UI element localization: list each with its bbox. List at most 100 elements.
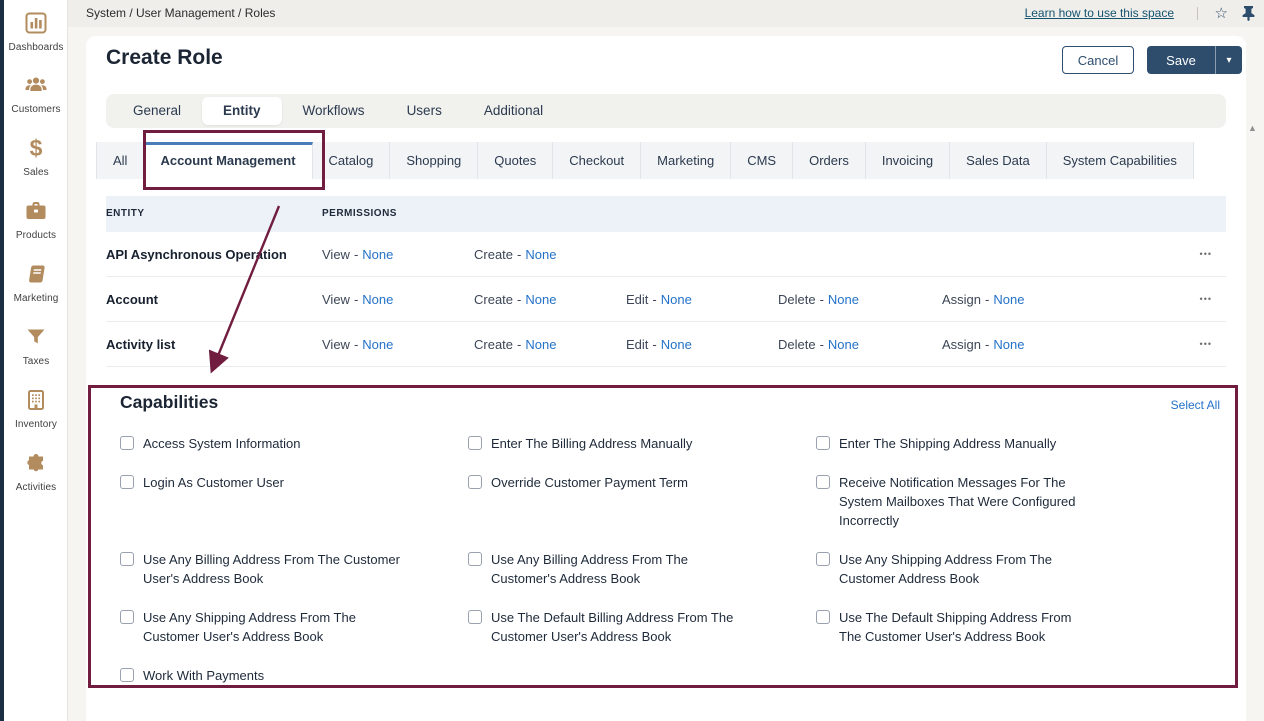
subtab-checkout[interactable]: Checkout <box>553 142 641 179</box>
permission-value-link[interactable]: None <box>993 292 1024 307</box>
subtab-system-capabilities[interactable]: System Capabilities <box>1047 142 1194 179</box>
permission-assign: Assign-None <box>942 322 1024 367</box>
sidebar-item-label: Activities <box>16 482 56 493</box>
favorite-star-icon[interactable]: ☆ <box>1215 0 1228 27</box>
permission-value-link[interactable]: None <box>993 337 1024 352</box>
capability-label: Receive Notification Messages For The Sy… <box>839 473 1097 530</box>
permission-create: Create-None <box>474 277 556 322</box>
table-row: API Asynchronous Operation View-None Cre… <box>106 232 1226 277</box>
sidebar-item-sales[interactable]: $ Sales <box>4 127 68 190</box>
capability-checkbox[interactable] <box>468 552 482 566</box>
capability-label: Enter The Billing Address Manually <box>491 434 692 453</box>
subtab-invoicing[interactable]: Invoicing <box>866 142 950 179</box>
breadcrumb[interactable]: System / User Management / Roles <box>86 0 275 27</box>
capability-checkbox[interactable] <box>120 668 134 682</box>
sidebar-item-products[interactable]: Products <box>4 190 68 253</box>
capability-checkbox[interactable] <box>816 552 830 566</box>
subtab-shopping[interactable]: Shopping <box>390 142 478 179</box>
save-dropdown-button[interactable]: ▾ <box>1215 46 1242 74</box>
capability-label: Use Any Billing Address From The Custome… <box>143 550 401 588</box>
permission-value-link[interactable]: None <box>661 337 692 352</box>
capability-checkbox[interactable] <box>120 610 134 624</box>
sidebar-item-taxes[interactable]: Taxes <box>4 316 68 379</box>
capability-item: Use Any Billing Address From The Custome… <box>120 550 468 588</box>
capability-checkbox[interactable] <box>816 436 830 450</box>
pin-icon[interactable] <box>1241 5 1256 26</box>
capability-label: Use Any Shipping Address From The Custom… <box>839 550 1097 588</box>
capability-checkbox[interactable] <box>120 552 134 566</box>
permission-delete: Delete-None <box>778 322 859 367</box>
row-more-icon[interactable]: ••• <box>1200 277 1212 322</box>
capability-item: Use Any Shipping Address From The Custom… <box>120 608 468 646</box>
learn-space-link[interactable]: Learn how to use this space <box>1025 0 1174 27</box>
subtab-marketing[interactable]: Marketing <box>641 142 731 179</box>
tab-additional[interactable]: Additional <box>463 97 564 125</box>
subtab-sales-data[interactable]: Sales Data <box>950 142 1047 179</box>
puzzle-icon <box>24 451 48 475</box>
sidebar-item-customers[interactable]: Customers <box>4 64 68 127</box>
permission-value-link[interactable]: None <box>525 247 556 262</box>
capability-checkbox[interactable] <box>468 436 482 450</box>
tab-workflows[interactable]: Workflows <box>282 97 386 125</box>
capability-item: Use Any Shipping Address From The Custom… <box>816 550 1164 588</box>
permission-value-link[interactable]: None <box>525 292 556 307</box>
sidebar-item-activities[interactable]: Activities <box>4 442 68 505</box>
row-more-icon[interactable]: ••• <box>1200 232 1212 277</box>
sidebar-item-label: Taxes <box>23 356 50 367</box>
capability-label: Use Any Billing Address From The Custome… <box>491 550 749 588</box>
capability-checkbox[interactable] <box>120 475 134 489</box>
save-button[interactable]: Save <box>1147 46 1215 74</box>
permission-assign: Assign-None <box>942 277 1024 322</box>
tab-entity[interactable]: Entity <box>202 97 282 125</box>
subtab-all[interactable]: All <box>96 142 144 179</box>
capability-label: Use The Default Shipping Address From Th… <box>839 608 1097 646</box>
table-row: Account View-None Create-None Edit-None … <box>106 277 1226 322</box>
page-title: Create Role <box>106 46 223 70</box>
cancel-button[interactable]: Cancel <box>1062 46 1134 74</box>
tab-general[interactable]: General <box>112 97 202 125</box>
bar-chart-icon <box>24 11 48 35</box>
capability-item: Use Any Billing Address From The Custome… <box>468 550 816 588</box>
permission-create: Create-None <box>474 322 556 367</box>
select-all-link[interactable]: Select All <box>1171 398 1220 412</box>
capability-checkbox[interactable] <box>816 610 830 624</box>
sidebar-accent-strip <box>0 0 4 721</box>
permission-value-link[interactable]: None <box>525 337 556 352</box>
capability-label: Login As Customer User <box>143 473 284 492</box>
tab-users[interactable]: Users <box>386 97 463 125</box>
permission-value-link[interactable]: None <box>661 292 692 307</box>
sidebar-item-dashboards[interactable]: Dashboards <box>4 2 68 65</box>
capability-checkbox[interactable] <box>468 475 482 489</box>
permission-value-link[interactable]: None <box>362 292 393 307</box>
subtab-cms[interactable]: CMS <box>731 142 793 179</box>
subtab-quotes[interactable]: Quotes <box>478 142 553 179</box>
top-bar: System / User Management / Roles Learn h… <box>68 0 1264 27</box>
permission-value-link[interactable]: None <box>362 337 393 352</box>
capability-checkbox[interactable] <box>468 610 482 624</box>
sidebar-item-label: Marketing <box>14 293 59 304</box>
permission-value-link[interactable]: None <box>828 337 859 352</box>
capability-item: Use The Default Shipping Address From Th… <box>816 608 1164 646</box>
permission-edit: Edit-None <box>626 322 692 367</box>
capability-label: Override Customer Payment Term <box>491 473 688 492</box>
sidebar-item-marketing[interactable]: Marketing <box>4 253 68 316</box>
sidebar-item-inventory[interactable]: Inventory <box>4 379 68 442</box>
chevron-down-icon: ▾ <box>1226 55 1231 66</box>
subtab-orders[interactable]: Orders <box>793 142 866 179</box>
subtab-account-management[interactable]: Account Management <box>144 142 312 179</box>
permission-value-link[interactable]: None <box>362 247 393 262</box>
sidebar-item-label: Customers <box>11 104 60 115</box>
permission-value-link[interactable]: None <box>828 292 859 307</box>
scrollbar-up-arrow[interactable]: ▲ <box>1248 123 1257 133</box>
subtab-catalog[interactable]: Catalog <box>313 142 391 179</box>
capability-label: Use Any Shipping Address From The Custom… <box>143 608 401 646</box>
permissions-table: ENTITY PERMISSIONS API Asynchronous Oper… <box>106 196 1226 367</box>
capability-item: Use The Default Billing Address From The… <box>468 608 816 646</box>
capability-label: Access System Information <box>143 434 301 453</box>
capability-checkbox[interactable] <box>816 475 830 489</box>
capability-checkbox[interactable] <box>120 436 134 450</box>
capability-item: Override Customer Payment Term <box>468 473 816 492</box>
table-row: Activity list View-None Create-None Edit… <box>106 322 1226 367</box>
row-more-icon[interactable]: ••• <box>1200 322 1212 367</box>
entity-name: Activity list <box>106 322 175 367</box>
